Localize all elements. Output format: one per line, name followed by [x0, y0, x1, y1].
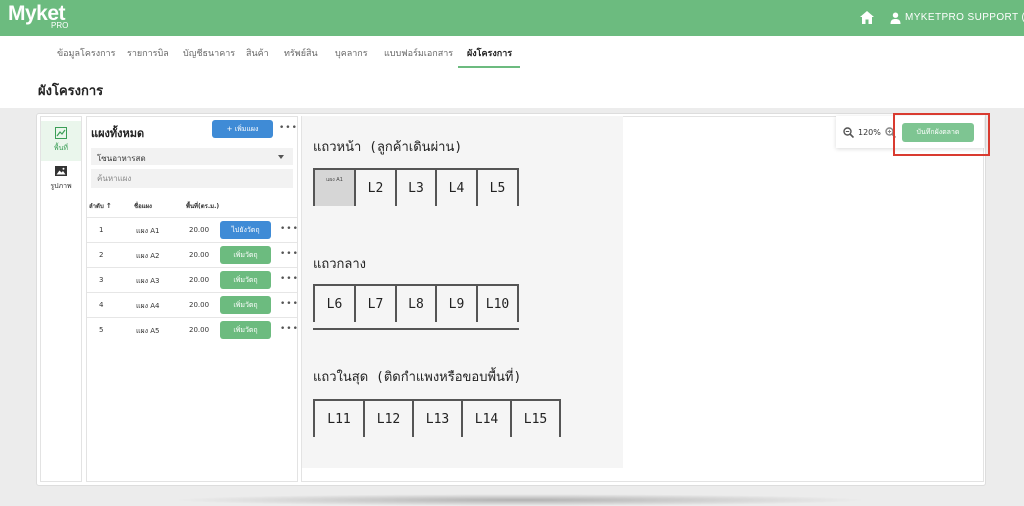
stall-object[interactable]: L13 [412, 401, 461, 437]
user-menu[interactable]: MYKETPRO SUPPORT (P) [905, 12, 1024, 23]
page-title: ผังโครงการ [38, 84, 104, 99]
rail-item-label: รูปภาพ [50, 182, 72, 190]
row-more-button[interactable]: ••• [280, 274, 299, 284]
side-rail: พื้นที่ รูปภาพ [40, 116, 82, 482]
stall-object[interactable]: L3 [395, 170, 435, 206]
column-header-name: ชื่อแผง [134, 203, 152, 210]
row-stall-name: แผง A3 [136, 277, 160, 285]
panel-title: แผงทั้งหมด [91, 127, 145, 140]
row-action-button[interactable]: เพิ่มวัตถุ [220, 296, 271, 314]
zone-select[interactable]: โซนอาหารสด [91, 148, 293, 165]
tab-document-forms[interactable]: แบบฟอร์มเอกสาร [384, 46, 453, 60]
chart-icon [55, 127, 67, 139]
row-stall-name: แผง A1 [136, 227, 160, 235]
column-header-no-label: ลำดับ [89, 203, 104, 210]
stall-list-panel: แผงทั้งหมด + เพิ่มแผง ••• โซนอาหารสด ลำด… [86, 116, 298, 482]
zone-select-value: โซนอาหารสด [97, 154, 146, 163]
stall-object[interactable]: L4 [435, 170, 476, 206]
tab-personnel[interactable]: บุคลากร [335, 46, 368, 60]
tab-bank-accounts[interactable]: บัญชีธนาคาร [183, 46, 235, 60]
rail-item-images[interactable]: รูปภาพ [41, 159, 81, 199]
tab-project-layout[interactable]: ผังโครงการ [467, 46, 512, 60]
table-row: 5 แผง A5 20.00 เพิ่มวัตถุ ••• [87, 317, 299, 342]
tab-assets[interactable]: ทรัพย์สิน [284, 46, 318, 60]
app-logo-sub: PRO [51, 21, 69, 30]
row-number: 5 [99, 326, 104, 334]
row-area: 20.00 [189, 251, 210, 259]
title-band: ผังโครงการ [0, 69, 1024, 108]
tab-project-info[interactable]: ข้อมูลโครงการ [57, 46, 115, 60]
stall-row-inner: L11 L12 L13 L14 L15 [313, 399, 561, 439]
stall-object[interactable]: L11 [313, 401, 363, 437]
rail-item-area[interactable]: พื้นที่ [41, 121, 81, 161]
layout-canvas[interactable]: แถวหน้า (ลูกค้าเดินผ่าน) แผง A1 L2 L3 L4… [302, 116, 623, 468]
stall-object[interactable]: L15 [510, 401, 561, 437]
row-area: 20.00 [189, 276, 210, 284]
row-stall-name: แผง A5 [136, 327, 160, 335]
row-more-button[interactable]: ••• [280, 299, 299, 309]
row-label-inner: แถวในสุด (ติดกำแพงหรือขอบพื้นที่) [313, 370, 522, 385]
row-number: 4 [99, 301, 104, 309]
row-label-front: แถวหน้า (ลูกค้าเดินผ่าน) [313, 140, 463, 155]
row-number: 3 [99, 276, 104, 284]
table-row: 3 แผง A3 20.00 เพิ่มวัตถุ ••• [87, 267, 299, 292]
add-stall-button[interactable]: + เพิ่มแผง [212, 120, 273, 138]
table-row: 1 แผง A1 20.00 ไปยังวัตถุ ••• [87, 217, 299, 242]
row-area: 20.00 [189, 226, 210, 234]
stall-object[interactable]: L8 [395, 286, 435, 322]
row-stall-name: แผง A2 [136, 252, 160, 260]
stall-row-front: แผง A1 L2 L3 L4 L5 [313, 168, 519, 208]
stall-object[interactable]: L2 [354, 170, 395, 206]
row-divider [313, 328, 519, 330]
stall-object[interactable]: L5 [476, 170, 519, 206]
stall-object[interactable]: L6 [313, 286, 354, 322]
user-icon [890, 12, 901, 24]
stall-row-middle: L6 L7 L8 L9 L10 [313, 284, 519, 324]
image-icon [55, 166, 67, 176]
column-header-area: พื้นที่(ตร.ม.) [186, 203, 220, 210]
row-action-button[interactable]: เพิ่มวัตถุ [220, 246, 271, 264]
row-more-button[interactable]: ••• [280, 249, 299, 259]
stall-object[interactable]: L9 [435, 286, 476, 322]
row-stall-name: แผง A4 [136, 302, 160, 310]
home-icon[interactable] [860, 11, 874, 24]
table-row: 4 แผง A4 20.00 เพิ่มวัตถุ ••• [87, 292, 299, 317]
column-header-no[interactable]: ลำดับ ↑ [89, 201, 112, 211]
bottom-shadow [170, 494, 870, 506]
table-row: 2 แผง A2 20.00 เพิ่มวัตถุ ••• [87, 242, 299, 267]
highlight-box [893, 113, 990, 156]
stall-object[interactable]: L10 [476, 286, 519, 322]
zoom-out-icon[interactable] [843, 127, 854, 138]
rail-item-label: พื้นที่ [53, 144, 68, 152]
row-action-button[interactable]: ไปยังวัตถุ [220, 221, 271, 239]
nav-bar: ข้อมูลโครงการ รายการบิล บัญชีธนาคาร สินค… [0, 36, 1024, 69]
row-action-button[interactable]: เพิ่มวัตถุ [220, 271, 271, 289]
row-area: 20.00 [189, 301, 210, 309]
top-bar: Myket PRO MYKETPRO SUPPORT (P) [0, 0, 1024, 36]
stall-object[interactable]: L14 [461, 401, 510, 437]
row-area: 20.00 [189, 326, 210, 334]
stall-search-input[interactable] [91, 169, 293, 188]
chevron-down-icon [278, 155, 284, 159]
tab-products[interactable]: สินค้า [246, 46, 269, 60]
panel-more-button[interactable]: ••• [279, 123, 298, 133]
row-more-button[interactable]: ••• [280, 324, 299, 334]
active-tab-indicator [458, 66, 520, 68]
tab-bills[interactable]: รายการบิล [127, 46, 169, 60]
stall-object[interactable]: แผง A1 [313, 170, 354, 206]
row-label-middle: แถวกลาง [313, 257, 367, 272]
zoom-level: 120% [858, 128, 881, 137]
row-number: 2 [99, 251, 104, 259]
row-more-button[interactable]: ••• [280, 224, 299, 234]
row-action-button[interactable]: เพิ่มวัตถุ [220, 321, 271, 339]
stall-object[interactable]: L12 [363, 401, 412, 437]
sort-up-icon: ↑ [105, 202, 112, 210]
row-number: 1 [99, 226, 104, 234]
stall-object[interactable]: L7 [354, 286, 395, 322]
